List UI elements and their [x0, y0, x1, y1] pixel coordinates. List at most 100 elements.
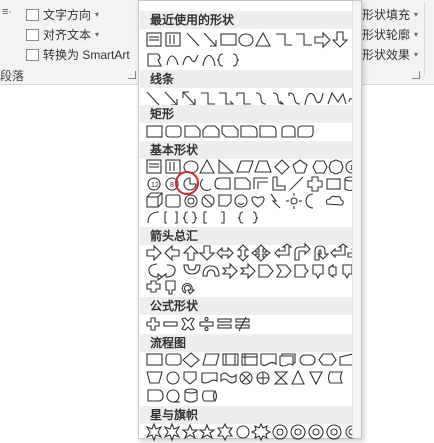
curved-connector-icon[interactable]	[255, 92, 267, 105]
flowchart-icon[interactable]	[147, 53, 162, 67]
text-box-icon[interactable]	[146, 159, 162, 174]
flowchart-summing-junction-icon[interactable]	[239, 371, 253, 385]
round-same-side-rectangle-icon[interactable]	[281, 125, 296, 138]
notched-right-arrow-icon[interactable]	[239, 262, 256, 280]
7-point-star-icon[interactable]	[236, 425, 250, 439]
flowchart-process-icon[interactable]	[146, 353, 163, 366]
curved-double-arrow-connector-icon[interactable]	[288, 92, 301, 105]
line-icon[interactable]	[186, 32, 200, 47]
flowchart-stored-data-icon[interactable]	[327, 371, 343, 384]
division-sign-icon[interactable]	[199, 316, 214, 332]
not-equal-sign-icon[interactable]	[235, 316, 250, 332]
elbow-arrow-connector-icon[interactable]	[296, 33, 312, 46]
flowchart-sequential-access-storage-icon[interactable]	[166, 389, 180, 403]
flowchart-preparation-icon[interactable]	[318, 353, 337, 366]
align-text-button[interactable]: 对齐文本 ▾	[26, 26, 99, 43]
5-point-star-icon[interactable]	[198, 423, 216, 440]
right-triangle-icon[interactable]	[218, 158, 235, 174]
left-brace-icon[interactable]	[216, 53, 224, 67]
diamond-icon[interactable]	[274, 159, 290, 175]
diagonal-stripe-icon[interactable]	[289, 176, 304, 191]
paragraph-dialog-launcher-icon[interactable]	[128, 71, 136, 79]
flowchart-connector-icon[interactable]	[166, 371, 180, 385]
flowchart-punched-tape-icon[interactable]	[220, 372, 237, 384]
text-box-icon[interactable]	[146, 32, 162, 47]
smiley-face-icon[interactable]	[234, 194, 248, 208]
flowchart-delay-icon[interactable]	[147, 389, 164, 402]
elbow-arrow-connector-icon[interactable]	[219, 92, 235, 105]
curved-left-arrow-icon[interactable]	[161, 264, 176, 278]
half-frame-icon[interactable]	[253, 177, 268, 189]
shape-styles-dialog-launcher-icon[interactable]	[412, 71, 420, 79]
left-right-arrow-icon[interactable]	[216, 246, 234, 260]
triangle-icon[interactable]	[255, 31, 271, 47]
trapezoid-icon[interactable]	[254, 160, 272, 173]
pentagon-arrow-icon[interactable]	[258, 264, 274, 278]
shape-fill-button[interactable]: 形状填充 ▾	[362, 6, 418, 23]
flowchart-direct-access-storage-icon[interactable]	[201, 390, 218, 402]
moon-icon[interactable]	[305, 193, 314, 209]
4-point-star-icon[interactable]	[181, 423, 199, 440]
rounded-rectangle-icon[interactable]	[165, 125, 182, 138]
dodecagon-icon[interactable]: 12	[147, 177, 161, 191]
cloud-icon[interactable]	[325, 195, 344, 206]
explosion-1-icon[interactable]	[145, 422, 163, 442]
arc-icon[interactable]	[166, 55, 179, 66]
circular-arrow-icon[interactable]	[181, 283, 196, 295]
oval-icon[interactable]	[238, 33, 254, 47]
elbow-double-arrow-connector-icon[interactable]	[236, 92, 251, 105]
snip-diagonal-rectangle-icon[interactable]	[221, 125, 239, 138]
quad-arrow-callout-icon[interactable]	[165, 280, 176, 295]
flowchart-or-icon[interactable]	[256, 371, 270, 385]
right-bracket-icon[interactable]	[221, 211, 225, 224]
flowchart-document-icon[interactable]	[260, 353, 277, 367]
left-right-arrow-callout-icon[interactable]	[146, 280, 161, 293]
left-arrow-icon[interactable]	[164, 244, 180, 262]
shape-effects-button[interactable]: 形状效果 ▾	[362, 46, 418, 63]
vertical-text-box-icon[interactable]	[165, 32, 181, 47]
hexagon-icon[interactable]	[312, 160, 328, 174]
l-shape-icon[interactable]	[272, 176, 286, 191]
cube-icon[interactable]	[146, 192, 163, 208]
parallelogram-icon[interactable]	[236, 160, 254, 173]
triangle-icon[interactable]	[199, 158, 215, 174]
u-turn-arrow-icon[interactable]	[314, 245, 330, 261]
equal-sign-icon[interactable]	[217, 318, 232, 329]
left-bracket-icon[interactable]	[203, 211, 207, 224]
freeform-icon[interactable]	[327, 91, 347, 105]
right-arrow-icon[interactable]	[314, 31, 331, 49]
minus-sign-icon[interactable]	[163, 321, 178, 327]
up-down-arrow-icon[interactable]	[236, 244, 250, 262]
convert-smartart-button[interactable]: 转换为 SmartArt	[26, 46, 130, 63]
double-bracket-icon[interactable]	[164, 211, 178, 224]
flowchart-magnetic-disk-icon[interactable]	[184, 388, 198, 403]
rectangle-icon[interactable]	[146, 125, 163, 138]
lightning-bolt-icon[interactable]	[270, 193, 281, 209]
curved-down-arrow-icon[interactable]	[202, 265, 220, 277]
up-arrow-icon[interactable]	[182, 245, 200, 261]
line-icon[interactable]	[146, 91, 160, 106]
bent-arrow-icon[interactable]	[294, 242, 311, 261]
shape-outline-button[interactable]: 形状轮廓 ▾	[362, 26, 418, 43]
striped-right-arrow-icon[interactable]	[221, 262, 238, 280]
pentagon-icon[interactable]	[292, 159, 308, 174]
round-single-corner-rectangle-icon[interactable]	[259, 125, 277, 138]
quad-arrow-icon[interactable]	[251, 244, 271, 262]
plaque-icon[interactable]	[326, 178, 341, 190]
flowchart-merge-icon[interactable]	[309, 371, 323, 386]
arc-icon[interactable]	[147, 211, 160, 224]
right-brace-icon[interactable]	[252, 211, 259, 224]
heart-icon[interactable]	[251, 196, 265, 208]
plus-sign-icon[interactable]	[146, 317, 160, 331]
snip-corner-rectangle-icon[interactable]	[184, 125, 201, 138]
multiply-sign-icon[interactable]	[181, 317, 195, 331]
right-arrow-icon[interactable]	[146, 244, 162, 262]
text-direction-button[interactable]: 文字方向 ▾	[26, 6, 99, 23]
flowchart-terminator-icon[interactable]	[299, 354, 316, 366]
arrow-line-icon[interactable]	[203, 32, 217, 47]
8-point-star-icon[interactable]	[250, 422, 272, 442]
rectangle-icon[interactable]	[220, 33, 237, 46]
left-up-arrow-icon[interactable]	[330, 243, 349, 259]
flowchart-off-page-connector-icon[interactable]	[183, 371, 197, 385]
snip-round-rectangle-icon[interactable]	[240, 125, 258, 138]
